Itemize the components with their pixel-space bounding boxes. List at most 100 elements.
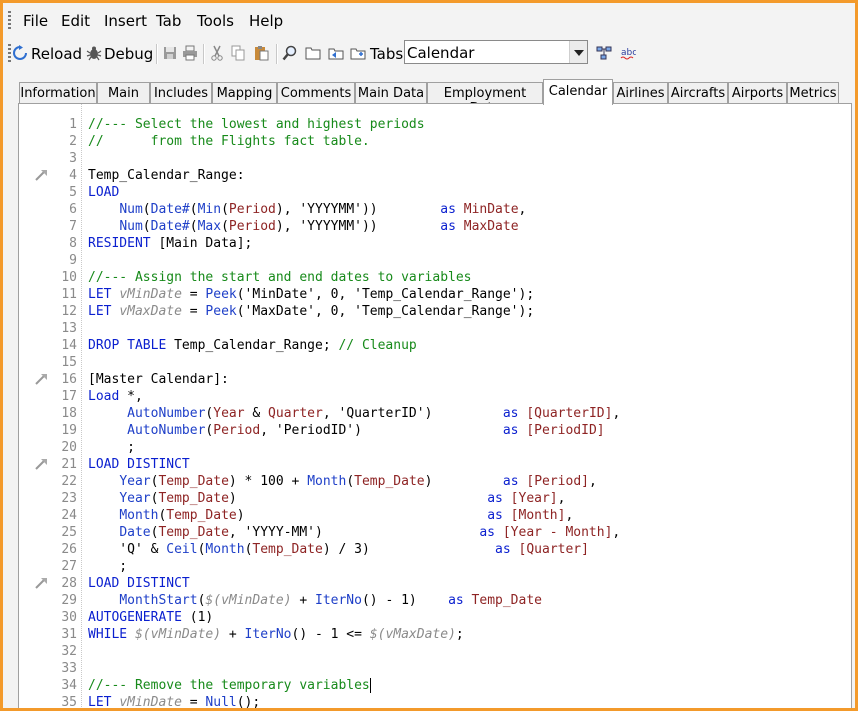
tab-calendar[interactable]: Calendar: [543, 79, 613, 105]
code-line[interactable]: 28 LOAD DISTINCT: [19, 575, 851, 592]
new-tab-icon[interactable]: [305, 45, 321, 61]
script-editor[interactable]: 1 //--- Select the lowest and highest per…: [18, 103, 852, 710]
code-line[interactable]: 4 Temp_Calendar_Range:: [19, 167, 851, 184]
code-token: [Year - Month]: [502, 525, 613, 540]
code-token: AutoNumber: [127, 423, 206, 438]
code-line[interactable]: 18 AutoNumber(Year & Quarter, 'QuarterID…: [19, 405, 851, 422]
code-token: ) * 100 +: [228, 474, 308, 489]
line-number: 10: [61, 270, 77, 285]
tab-airlines[interactable]: Airlines: [613, 82, 668, 103]
code-line[interactable]: 23 Year(Temp_Date) as [Year],: [19, 490, 851, 507]
code-line[interactable]: 13: [19, 320, 851, 337]
tab-main-data[interactable]: Main Data: [355, 82, 427, 103]
code-token: ),: [275, 202, 300, 217]
tab-includes[interactable]: Includes: [150, 82, 212, 103]
code-token: as: [495, 542, 511, 557]
code-line[interactable]: 26 'Q' & Ceil(Month(Temp_Date) / 3) as […: [19, 541, 851, 558]
paste-icon[interactable]: [253, 45, 269, 61]
code-text: WHILE $(vMinDate) + IterNo() - 1 <= $(vM…: [88, 626, 464, 643]
menu-help[interactable]: Help: [249, 12, 283, 30]
code-token: [Year]: [510, 491, 558, 506]
menu-tab[interactable]: Tab: [156, 12, 181, 30]
code-token: Year: [119, 474, 151, 489]
code-line[interactable]: 6 Num(Date#(Min(Period), 'YYYYMM')) as M…: [19, 201, 851, 218]
print-icon[interactable]: [182, 45, 198, 61]
tab-comments[interactable]: Comments: [277, 82, 355, 103]
code-line[interactable]: 16 [Master Calendar]:: [19, 371, 851, 388]
code-token: [Month]: [510, 508, 566, 523]
code-text: ;: [88, 558, 127, 575]
code-token: =: [181, 287, 206, 302]
tab-mapping[interactable]: Mapping: [212, 82, 277, 103]
code-line[interactable]: 19 AutoNumber(Period, 'PeriodID') as [Pe…: [19, 422, 851, 439]
line-number: 15: [61, 355, 77, 370]
code-line[interactable]: 35 LET vMinDate = Null();: [19, 694, 851, 710]
tab-employment-data[interactable]: Employment Data: [427, 82, 543, 116]
code-line[interactable]: 10 //--- Assign the start and end dates t…: [19, 269, 851, 286]
debug-bug-icon[interactable]: [86, 45, 102, 61]
tabs-dropdown[interactable]: Calendar: [404, 40, 588, 64]
line-number: 32: [61, 644, 77, 659]
code-token: ();: [236, 695, 261, 710]
code-line[interactable]: 3: [19, 150, 851, 167]
reload-icon[interactable]: [12, 45, 28, 61]
line-number: 20: [61, 440, 77, 455]
reload-button[interactable]: Reload: [31, 45, 82, 63]
code-line[interactable]: 17 Load *,: [19, 388, 851, 405]
search-icon[interactable]: [282, 45, 298, 61]
code-token: Month: [119, 508, 159, 523]
syntax-check-icon[interactable]: abc: [620, 45, 636, 61]
menu-insert[interactable]: Insert: [104, 12, 147, 30]
menu-edit[interactable]: Edit: [61, 12, 90, 30]
code-line[interactable]: 29 MonthStart($(vMinDate) + IterNo() - 1…: [19, 592, 851, 609]
code-line[interactable]: 11 LET vMinDate = Peek('MinDate', 0, 'Tem…: [19, 286, 851, 303]
code-line[interactable]: 8 RESIDENT [Main Data];: [19, 235, 851, 252]
tab-metrics[interactable]: Metrics: [787, 82, 839, 103]
tab-aircrafts[interactable]: Aircrafts: [668, 82, 728, 103]
code-line[interactable]: 9: [19, 252, 851, 269]
code-line[interactable]: 34 //--- Remove the temporary variables: [19, 677, 851, 694]
tabs-icon[interactable]: [350, 45, 366, 61]
cut-icon[interactable]: [209, 45, 225, 61]
code-text: //--- Select the lowest and highest peri…: [88, 116, 425, 133]
tab-airports[interactable]: Airports: [728, 82, 787, 103]
debug-button[interactable]: Debug: [104, 45, 153, 63]
code-line[interactable]: 20 ;: [19, 439, 851, 456]
bookmark-icon[interactable]: [34, 169, 48, 181]
code-line[interactable]: 14 DROP TABLE Temp_Calendar_Range; // Cle…: [19, 337, 851, 354]
code-line[interactable]: 7 Num(Date#(Max(Period), 'YYYYMM')) as M…: [19, 218, 851, 235]
promote-tab-icon[interactable]: [328, 45, 344, 61]
bookmark-icon[interactable]: [34, 373, 48, 385]
bookmark-icon[interactable]: [34, 577, 48, 589]
code-token: ('MinDate', 0, 'Temp_Calendar_Range');: [236, 287, 535, 302]
code-line[interactable]: 25 Date(Temp_Date, 'YYYY-MM') as [Year -…: [19, 524, 851, 541]
code-line[interactable]: 12 LET vMaxDate = Peek('MaxDate', 0, 'Tem…: [19, 303, 851, 320]
chevron-down-icon[interactable]: [569, 41, 587, 63]
line-number: 17: [61, 389, 77, 404]
bookmark-icon[interactable]: [34, 458, 48, 470]
code-line[interactable]: 21 LOAD DISTINCT: [19, 456, 851, 473]
code-token: , 'YYYY-MM'): [228, 525, 480, 540]
code-line[interactable]: 15: [19, 354, 851, 371]
menu-file[interactable]: File: [23, 12, 48, 30]
code-line[interactable]: 27 ;: [19, 558, 851, 575]
code-line[interactable]: 1 //--- Select the lowest and highest per…: [19, 116, 851, 133]
code-line[interactable]: 31 WHILE $(vMinDate) + IterNo() - 1 <= $(…: [19, 626, 851, 643]
copy-icon[interactable]: [230, 45, 246, 61]
save-icon[interactable]: [162, 45, 178, 61]
tab-main[interactable]: Main: [97, 82, 150, 103]
table-viewer-icon[interactable]: [596, 45, 612, 61]
code-token: Temp_Date: [158, 474, 229, 489]
code-token: (: [346, 474, 355, 489]
menu-tools[interactable]: Tools: [197, 12, 234, 30]
tab-information[interactable]: Information: [19, 82, 97, 103]
code-line[interactable]: 24 Month(Temp_Date) as [Month],: [19, 507, 851, 524]
code-line[interactable]: 33: [19, 660, 851, 677]
code-line[interactable]: 30 AUTOGENERATE (1): [19, 609, 851, 626]
code-line[interactable]: 5 LOAD: [19, 184, 851, 201]
code-line[interactable]: 22 Year(Temp_Date) * 100 + Month(Temp_Da…: [19, 473, 851, 490]
code-token: Temp_Date: [166, 508, 237, 523]
code-line[interactable]: 32: [19, 643, 851, 660]
code-line[interactable]: 2 // from the Flights fact table.: [19, 133, 851, 150]
